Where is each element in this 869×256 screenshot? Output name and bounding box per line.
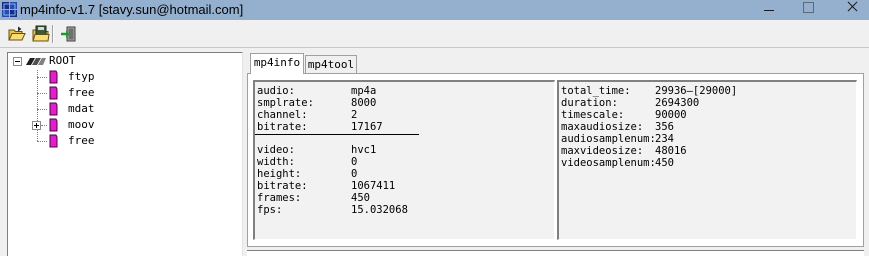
atom-icon (49, 134, 58, 148)
exit-icon[interactable] (59, 24, 79, 44)
info-value: 450 (351, 192, 370, 204)
tree-connector (37, 93, 47, 94)
info-value: mp4a (351, 85, 377, 97)
info-key: audiosamplenum: (561, 133, 656, 145)
tree-item-moov[interactable]: moov (68, 118, 95, 132)
info-value: hvc1 (351, 144, 377, 156)
info-key: width: (257, 156, 295, 168)
bottom-panel (247, 250, 864, 256)
info-value: 17167 (351, 121, 383, 133)
timing-info-box: total_time: 29936—[29000] duration: 2694… (557, 80, 857, 240)
atom-tree[interactable]: ROOT ftyp free mdat moov free (7, 52, 243, 256)
info-key: maxvideosize: (561, 145, 644, 157)
toolbar (0, 20, 869, 48)
tree-item-ftyp[interactable]: ftyp (68, 70, 95, 84)
info-value: 48016 (655, 145, 687, 157)
info-key: height: (257, 168, 302, 180)
minimize-button[interactable] (754, 0, 784, 20)
mp4info-panel: audio: mp4a smplrate: 8000 channel: 2 bi… (247, 73, 864, 247)
info-value: 90000 (655, 109, 687, 121)
tree-connector (37, 109, 47, 110)
info-key: video: (257, 144, 295, 156)
info-key: duration: (561, 97, 618, 109)
open-folder-icon[interactable] (7, 24, 27, 44)
tab-mp4tool[interactable]: mp4tool (305, 55, 357, 74)
info-key: bitrate: (257, 121, 308, 133)
tab-strip: mp4info mp4tool (247, 52, 865, 74)
info-key: channel: (257, 109, 308, 121)
save-folder-icon[interactable] (31, 24, 51, 44)
info-key: maxaudiosize: (561, 121, 644, 133)
info-value: 0 (351, 168, 358, 180)
window-title: mp4info-v1.7 [stavy.sun@hotmail.com] (20, 2, 244, 17)
tree-connector (37, 141, 47, 142)
toolbar-separator (52, 25, 54, 43)
tree-collapse-toggle[interactable] (13, 57, 22, 66)
info-key: audio: (257, 85, 295, 97)
tree-item-mdat[interactable]: mdat (68, 102, 95, 116)
info-key: frames: (257, 192, 302, 204)
info-key: timescale: (561, 109, 625, 121)
info-key: total_time: (561, 85, 631, 97)
info-key: bitrate: (257, 180, 308, 192)
close-button[interactable] (837, 0, 867, 20)
tree-root-label[interactable]: ROOT (49, 54, 76, 68)
stream-info-box: audio: mp4a smplrate: 8000 channel: 2 bi… (253, 80, 555, 240)
tree-connector (37, 77, 47, 78)
info-value: 450 (655, 157, 674, 169)
info-value: 29936—[29000] (655, 85, 738, 97)
info-value: 1067411 (351, 180, 396, 192)
tree-item-free[interactable]: free (68, 134, 95, 148)
tab-mp4info[interactable]: mp4info (250, 53, 304, 74)
atom-icon (49, 70, 58, 84)
tree-connector (41, 125, 47, 126)
info-value: 8000 (351, 97, 377, 109)
maximize-button[interactable] (793, 0, 823, 20)
info-value: 2 (351, 109, 358, 121)
tree-connector (37, 70, 38, 141)
info-value: 0 (351, 156, 358, 168)
atom-icon (49, 86, 58, 100)
info-value: 15.032068 (351, 204, 408, 216)
info-value: 356 (655, 121, 674, 133)
atom-icon (49, 102, 58, 116)
root-node-icon (26, 58, 46, 65)
info-key: fps: (257, 204, 283, 216)
atom-icon (49, 118, 58, 132)
info-value: 2694300 (655, 97, 700, 109)
section-divider (255, 134, 419, 135)
info-key: videosamplenum: (561, 157, 656, 169)
info-key: smplrate: (257, 97, 314, 109)
tree-item-free[interactable]: free (68, 86, 95, 100)
app-icon (2, 2, 17, 17)
info-value: 234 (655, 133, 674, 145)
title-bar: mp4info-v1.7 [stavy.sun@hotmail.com] (0, 0, 869, 20)
tree-expand-toggle[interactable] (32, 121, 41, 130)
